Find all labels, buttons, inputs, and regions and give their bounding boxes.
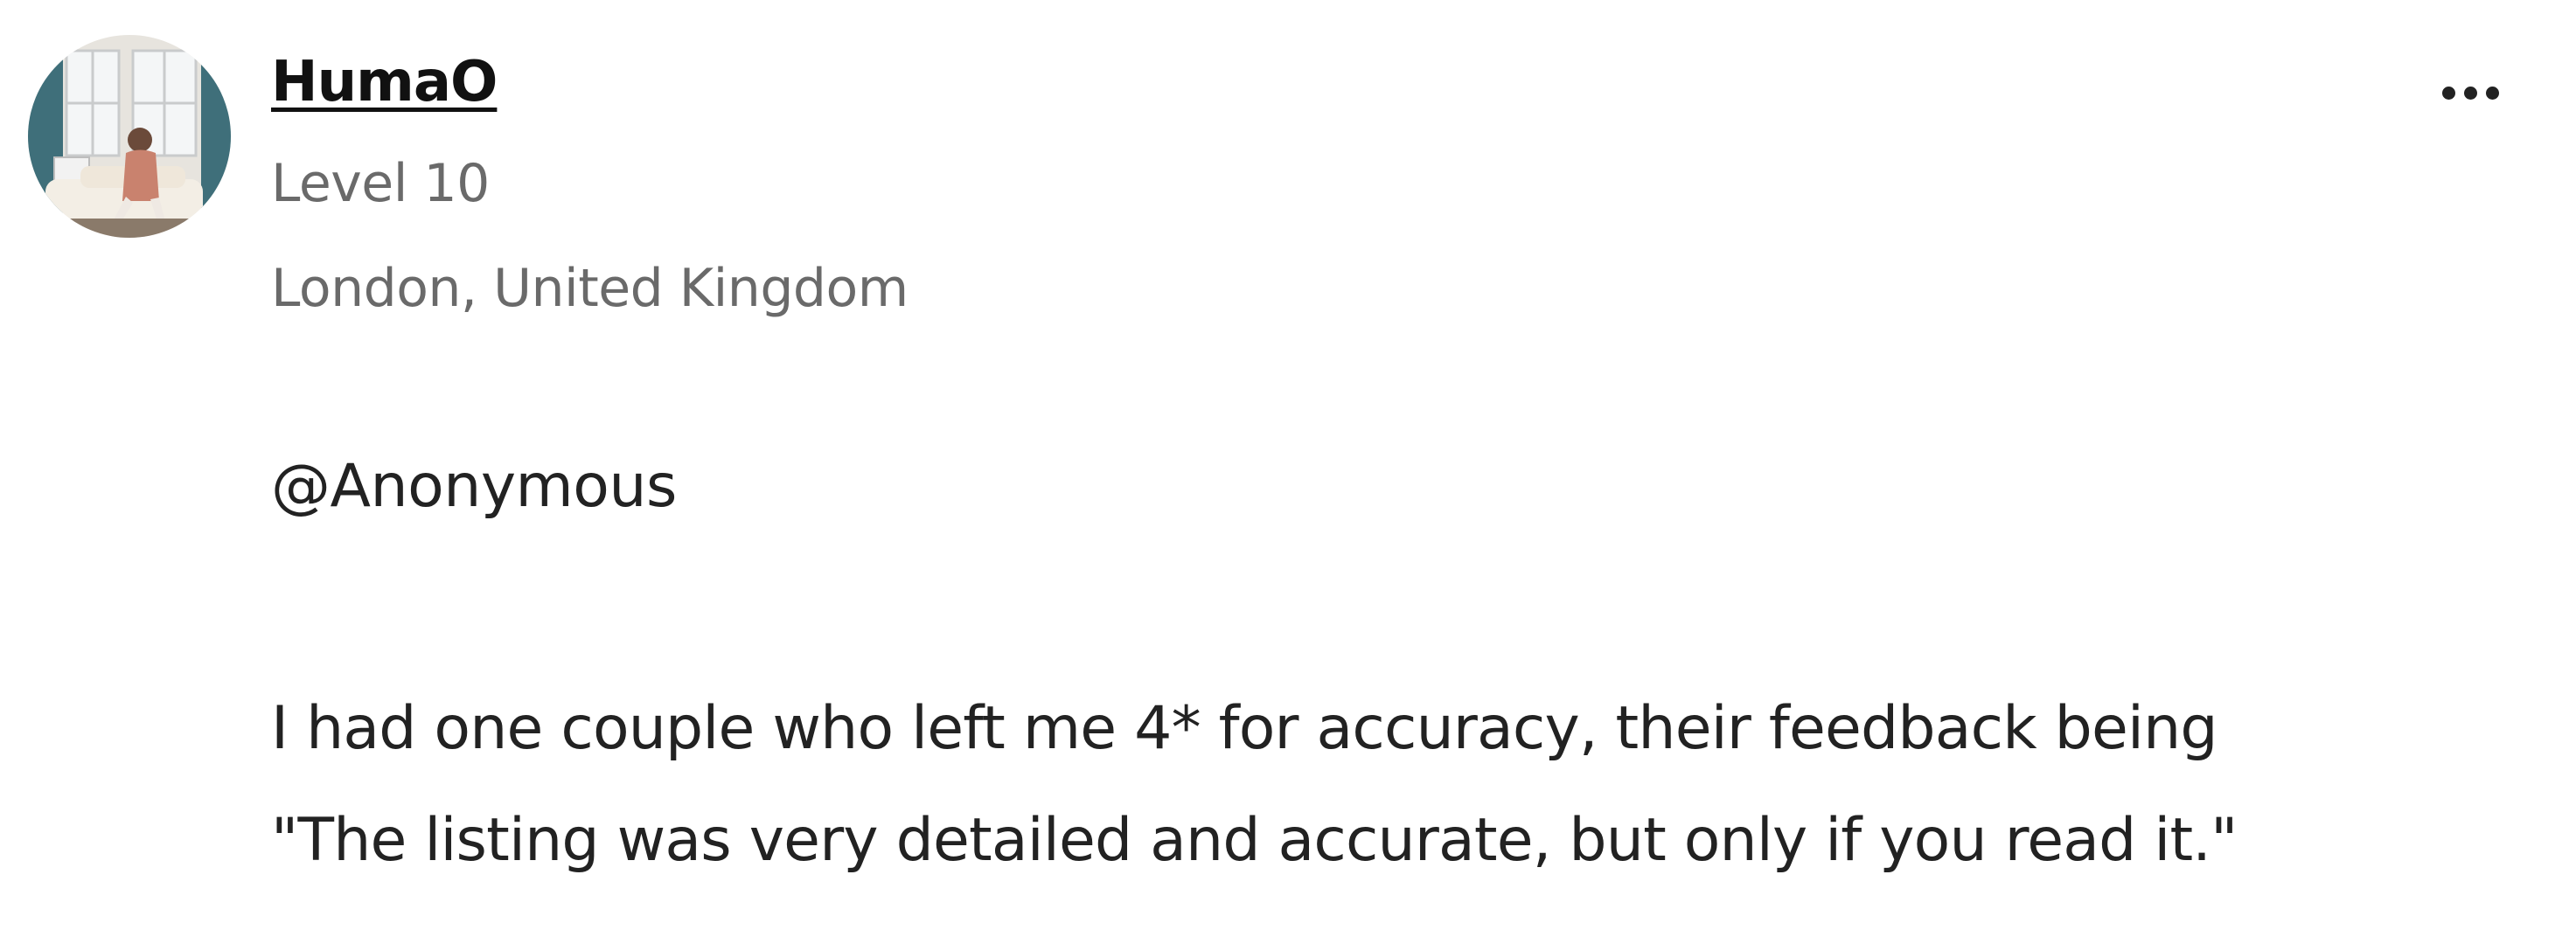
author-level: Level 10 — [271, 153, 490, 214]
post-body-line: "The listing was very detailed and accur… — [271, 806, 2238, 875]
post-body-line: I had one couple who left me 4* for accu… — [271, 694, 2218, 763]
more-options-button[interactable] — [2422, 66, 2518, 119]
author-location: London, United Kingdom — [271, 258, 909, 319]
avatar-image — [28, 35, 231, 238]
mention-text: @Anonymous — [271, 452, 677, 521]
post-body: I had one couple who left me 4* for accu… — [271, 673, 2545, 897]
avatar[interactable] — [28, 35, 231, 238]
author-info: HumaO Level 10 London, United Kingdom — [271, 45, 909, 319]
community-post: HumaO Level 10 London, United Kingdom @A… — [0, 0, 2576, 937]
author-username-link[interactable]: HumaO — [271, 45, 498, 119]
more-horizontal-icon — [2441, 86, 2499, 100]
